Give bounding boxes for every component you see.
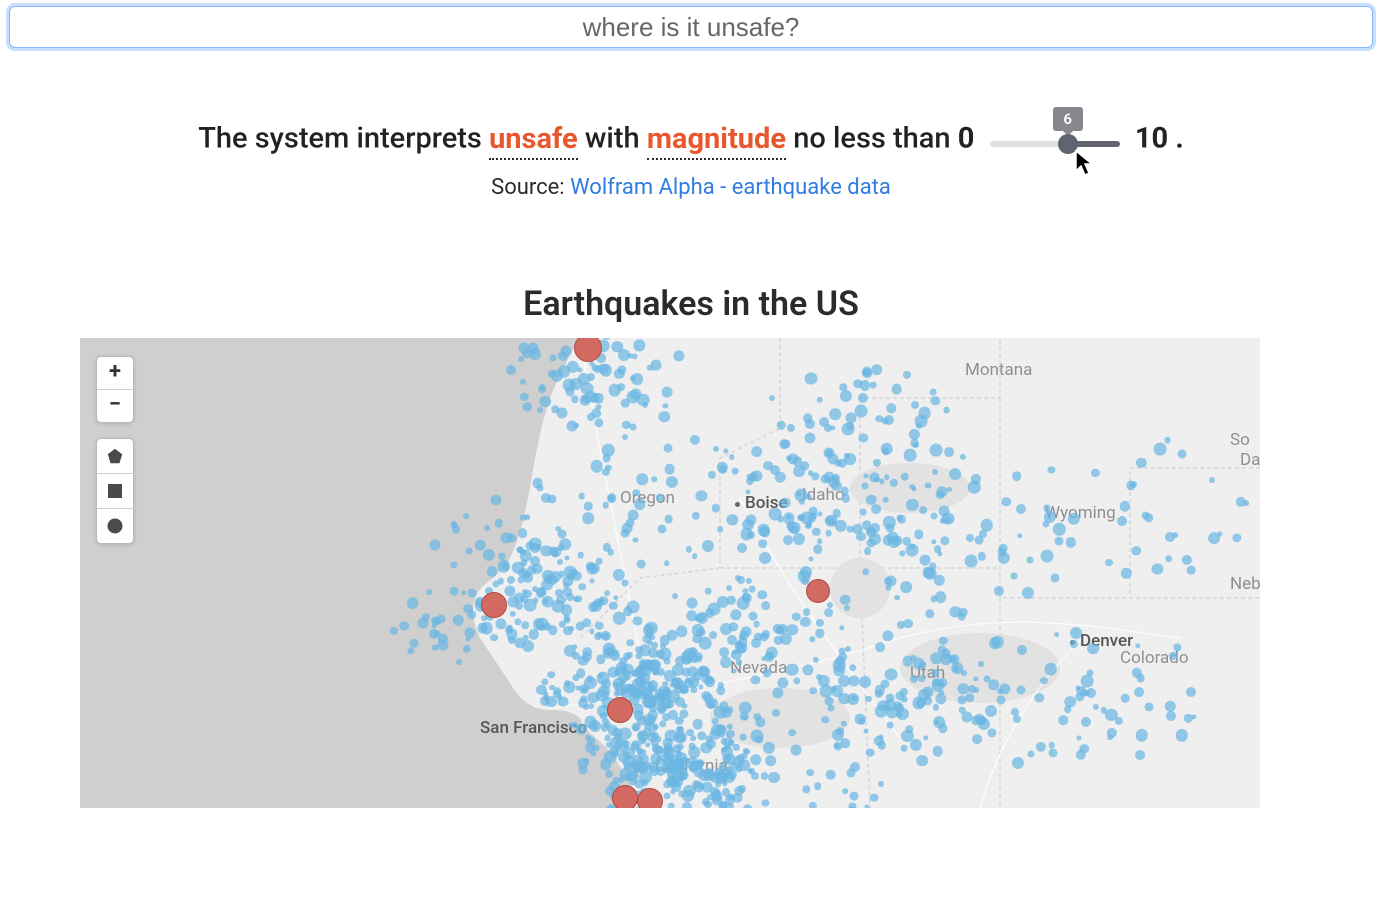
keyword-unsafe[interactable]: unsafe	[489, 122, 578, 160]
city-dot	[1070, 640, 1075, 645]
keyword-magnitude[interactable]: magnitude	[647, 122, 786, 160]
pentagon-icon	[106, 447, 124, 465]
interpret-after: no less than	[793, 122, 958, 156]
basemap	[80, 338, 1260, 808]
slider-min-label: 0	[958, 122, 975, 156]
slider-handle[interactable]	[1058, 134, 1078, 154]
source-line: Source: Wolfram Alpha - earthquake data	[0, 175, 1382, 200]
circle-tool-button[interactable]	[97, 508, 133, 543]
shape-tool-panel	[96, 438, 134, 544]
zoom-control: + −	[96, 356, 134, 423]
square-icon	[107, 483, 123, 499]
sentence-period: .	[1175, 122, 1183, 156]
circle-icon	[106, 517, 124, 535]
slider-max-label: 10	[1135, 122, 1168, 156]
earthquake-map[interactable]: + − MontanaIdahoWyomingOregonNevadaUtahC…	[80, 338, 1260, 808]
zoom-in-button[interactable]: +	[97, 357, 133, 389]
interpret-mid: with	[585, 122, 647, 156]
slider-tooltip: 6	[1053, 107, 1083, 131]
magnitude-slider[interactable]: 6	[990, 115, 1120, 165]
source-link[interactable]: Wolfram Alpha - earthquake data	[570, 175, 891, 200]
map-title: Earthquakes in the US	[0, 284, 1382, 324]
polygon-tool-button[interactable]	[97, 439, 133, 473]
interpretation-sentence: The system interprets unsafe with magnit…	[0, 115, 1382, 165]
interpret-prefix: The system interprets	[198, 122, 489, 156]
source-label: Source:	[491, 175, 570, 200]
search-input[interactable]	[9, 6, 1373, 48]
city-dot	[735, 502, 740, 507]
rectangle-tool-button[interactable]	[97, 473, 133, 508]
zoom-out-button[interactable]: −	[97, 389, 133, 422]
